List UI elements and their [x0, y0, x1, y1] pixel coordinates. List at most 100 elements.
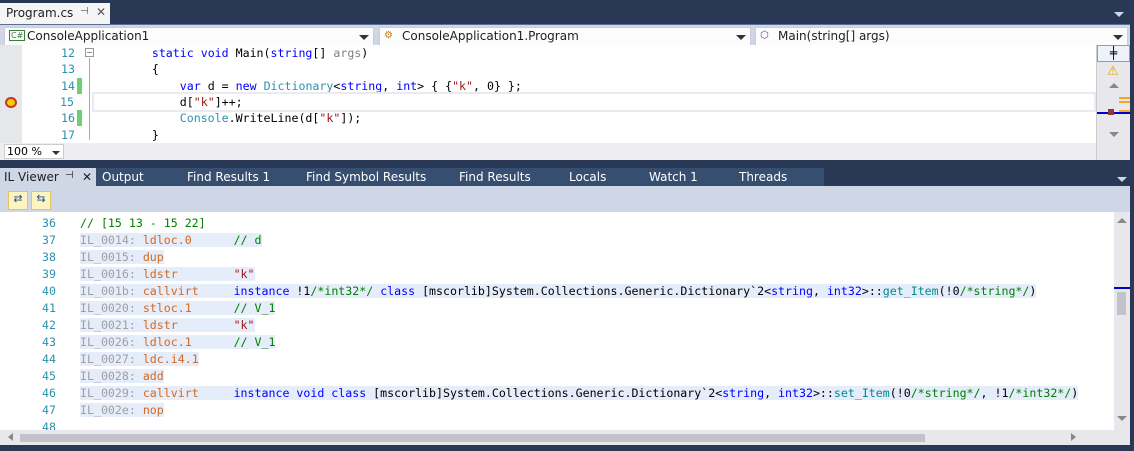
code-editor[interactable]: 12 static void Main(string[] args) 13 {14…: [0, 45, 1096, 143]
chevron-down-icon: [736, 35, 746, 40]
il-token: ): [1029, 284, 1037, 298]
il-token: class: [380, 284, 416, 298]
il-token: stloc.1: [142, 301, 234, 315]
il-token: callvirt: [142, 386, 234, 400]
scroll-left-icon[interactable]: [8, 433, 13, 441]
sync-to-il-button[interactable]: ⇄: [8, 191, 28, 210]
line-number: 46: [42, 386, 56, 400]
scroll-up-icon[interactable]: [1117, 218, 1127, 223]
zoom-value: 100 %: [7, 145, 42, 158]
code-token: "k": [319, 111, 341, 126]
line-number: 43: [42, 335, 56, 349]
tool-overflow-chevron-icon[interactable]: [1117, 177, 1127, 182]
il-token: ,: [764, 386, 779, 400]
scroll-thumb[interactable]: [20, 434, 925, 442]
line-number: 39: [42, 267, 56, 281]
code-token: d =: [200, 78, 236, 93]
tab-watch-1[interactable]: Watch 1: [649, 168, 698, 186]
il-code-view[interactable]: 36 // [15 13 - 15 22] 37 IL_0014: ldloc.0 /…: [0, 212, 1114, 434]
csharp-project-icon: C#: [9, 30, 26, 41]
il-token: /*int32*/: [310, 284, 374, 298]
il-token: dup: [142, 250, 164, 264]
changed-line-marker: [77, 77, 82, 94]
scroll-down-icon[interactable]: [1117, 416, 1127, 421]
il-code-text: IL_001b: callvirt instance !1/*int32*/ c…: [80, 284, 1037, 298]
tab-find-symbol-results[interactable]: Find Symbol Results: [306, 168, 426, 186]
pin-icon[interactable]: ⊣: [65, 170, 74, 181]
code-token: var: [179, 78, 201, 93]
sync-to-source-button[interactable]: ⇆: [31, 191, 51, 210]
editor-vertical-scrollbar[interactable]: ╪ ⚠: [1096, 45, 1130, 160]
il-line: 43 IL_0026: ldloc.1 // V_1: [0, 334, 1114, 351]
code-token: int: [396, 78, 418, 93]
il-token: ldloc.1: [142, 335, 234, 349]
code-token: string: [340, 78, 383, 93]
member-combo[interactable]: ⬡ Main(string[] args): [755, 27, 1128, 46]
il-code-text: IL_002e: nop: [80, 403, 164, 417]
il-vertical-scrollbar[interactable]: [1114, 212, 1130, 430]
il-token: >::: [812, 386, 834, 400]
scroll-down-icon[interactable]: [1109, 132, 1119, 137]
line-number: 38: [42, 250, 56, 264]
il-token: IL_002e:: [80, 403, 143, 417]
zoom-combo[interactable]: 100 %: [4, 144, 64, 159]
scroll-thumb[interactable]: [1117, 292, 1126, 315]
scroll-right-icon[interactable]: [1071, 433, 1076, 441]
code-text: Console.WriteLine(d["k"]);: [96, 111, 362, 126]
close-icon[interactable]: ✕: [96, 5, 106, 19]
code-token: .WriteLine(d[: [228, 111, 320, 126]
il-token: // d: [233, 233, 262, 247]
navigation-bar: C# ConsoleApplication1 ⚙ ConsoleApplicat…: [0, 24, 1130, 46]
collapse-toggle-icon[interactable]: −: [85, 48, 94, 57]
tab-find-results[interactable]: Find Results: [459, 168, 531, 186]
il-horizontal-scrollbar[interactable]: [0, 430, 1130, 445]
class-combo[interactable]: ⚙ ConsoleApplication1.Program: [379, 27, 751, 46]
pin-icon[interactable]: ⊣: [80, 6, 89, 17]
scroll-up-icon[interactable]: [1109, 83, 1119, 88]
project-combo[interactable]: C# ConsoleApplication1: [4, 27, 374, 46]
code-token: static: [151, 46, 194, 60]
close-icon[interactable]: ✕: [82, 170, 92, 184]
line-number: 44: [42, 352, 56, 366]
editor-bottom-bar: 100 %: [0, 143, 1096, 160]
tool-window-tabs: IL Viewer ⊣ ✕ Output Find Results 1 Find…: [0, 168, 824, 186]
warning-icon[interactable]: ⚠: [1107, 64, 1119, 79]
tab-threads[interactable]: Threads: [739, 168, 787, 186]
current-statement-arrow-icon: [5, 96, 17, 108]
il-viewer-toolbar: ⇄ ⇆: [0, 186, 1130, 212]
il-code-text: // [15 13 - 15 22]: [80, 216, 206, 230]
code-token: {: [96, 62, 159, 77]
tab-locals[interactable]: Locals: [569, 168, 606, 186]
il-token: ldc.i4.1: [142, 352, 199, 366]
il-token: string: [771, 284, 813, 298]
il-line: 44 IL_0027: ldc.i4.1: [0, 351, 1114, 368]
tab-il-viewer[interactable]: IL Viewer ⊣ ✕: [0, 168, 96, 186]
tab-find-results-1[interactable]: Find Results 1: [187, 168, 270, 186]
code-token: "k": [193, 94, 215, 109]
code-text: {: [96, 62, 159, 76]
tab-output[interactable]: Output: [102, 168, 144, 186]
code-token: string: [270, 46, 313, 60]
document-tab-program-cs[interactable]: Program.cs ⊣ ✕: [0, 3, 110, 24]
code-line: 12 static void Main(string[] args): [0, 45, 1096, 61]
il-token: IL_0015:: [80, 250, 143, 264]
chevron-down-icon: [1113, 35, 1123, 40]
project-combo-value: ConsoleApplication1: [27, 29, 150, 43]
il-code-text: IL_0026: ldloc.1 // V_1: [80, 335, 276, 349]
il-token: IL_0027:: [80, 352, 143, 366]
split-icon[interactable]: ╪: [1097, 45, 1130, 62]
il-token: "k": [233, 318, 255, 332]
line-number: 15: [60, 94, 74, 109]
il-token: ldloc.0: [142, 233, 234, 247]
il-token: add: [142, 369, 164, 383]
tab-overflow-chevron-icon[interactable]: [1114, 12, 1124, 17]
il-token: // V_1: [233, 335, 276, 349]
line-number: 13: [61, 62, 75, 77]
il-token: !1: [296, 284, 311, 298]
code-token: ]++;: [214, 94, 243, 109]
il-code-text: IL_0015: dup: [80, 250, 164, 264]
change-markers: [1119, 97, 1130, 99]
il-token: int32: [826, 284, 862, 298]
il-token: [mscorlib]System.Collections.Generic.Dic…: [415, 284, 772, 298]
